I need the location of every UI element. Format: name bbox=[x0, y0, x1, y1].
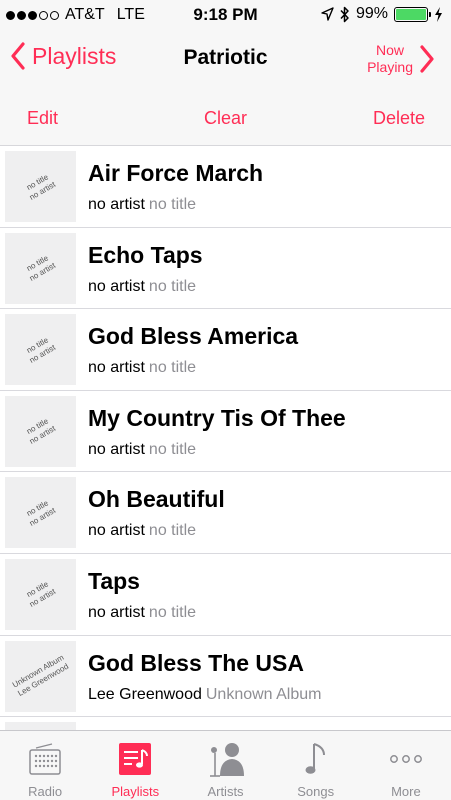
clear-button[interactable]: Clear bbox=[196, 108, 256, 129]
song-title: Air Force March bbox=[88, 160, 264, 186]
song-album: no title bbox=[148, 277, 197, 295]
more-icon bbox=[389, 755, 422, 763]
tab-radio[interactable]: Radio bbox=[0, 731, 90, 800]
song-artist: no artist bbox=[88, 359, 145, 377]
song-title: Oh Beautiful bbox=[88, 486, 225, 513]
song-subtitle: Lee Greenwood Unknown Album bbox=[88, 686, 321, 704]
tab-more[interactable]: More bbox=[361, 731, 451, 800]
status-right: 99% bbox=[321, 5, 443, 23]
album-art: no title no artist bbox=[5, 558, 76, 630]
song-row[interactable]: Unknown Album Lee Greenwood God Bless The … bbox=[0, 636, 451, 718]
playlists-icon bbox=[119, 743, 152, 775]
tab-bar: Radio Playlists Artists Songs More bbox=[0, 730, 451, 800]
battery-icon bbox=[394, 6, 431, 22]
song-artist: no artist bbox=[88, 603, 145, 621]
songs-icon bbox=[305, 743, 325, 774]
tab-songs-label: Songs bbox=[297, 784, 335, 799]
song-row[interactable]: no title no artist My Country Tis Of Thee n… bbox=[0, 391, 451, 473]
chevron-left-icon bbox=[11, 42, 25, 70]
song-album: no title bbox=[148, 440, 197, 458]
location-icon bbox=[321, 7, 334, 21]
song-artist: no artist bbox=[88, 277, 145, 295]
song-album: no title bbox=[148, 603, 197, 621]
edit-button[interactable]: Edit bbox=[27, 108, 58, 129]
song-row[interactable]: no title no artist Air Force March no artis… bbox=[0, 146, 451, 228]
song-row[interactable]: no title no artist Echo Taps no artist no ti… bbox=[0, 228, 451, 310]
song-title: My Country Tis Of Thee bbox=[88, 404, 346, 431]
back-button-label: Playlists bbox=[32, 42, 117, 69]
tab-radio-label: Radio bbox=[28, 784, 63, 799]
song-subtitle: no artist no title bbox=[88, 196, 196, 214]
song-artist: no artist bbox=[88, 440, 145, 458]
song-subtitle: no artist no title bbox=[88, 359, 196, 377]
tab-artists[interactable]: Artists bbox=[180, 731, 270, 800]
tab-playlists-label: Playlists bbox=[111, 784, 160, 799]
song-row[interactable]: no title no artist God Bless America no art… bbox=[0, 309, 451, 391]
album-art: no title no artist bbox=[5, 395, 76, 467]
song-album: Unknown Album bbox=[205, 685, 322, 703]
tab-more-label: More bbox=[391, 784, 421, 799]
battery-percent: 99% bbox=[355, 5, 388, 22]
album-art: Unknown Album Lee Greenwood bbox=[5, 640, 76, 712]
tab-songs[interactable]: Songs bbox=[271, 731, 361, 800]
song-title: God Bless America bbox=[88, 323, 299, 350]
song-title: Echo Taps bbox=[88, 241, 203, 268]
song-album: no title bbox=[148, 522, 197, 540]
album-art: no title no artist bbox=[5, 314, 76, 386]
song-title: God Bless The USA bbox=[88, 649, 304, 676]
playlist-action-bar: Edit Clear Delete bbox=[0, 90, 451, 146]
status-bar: AT&T LTE 9:18 PM 99% bbox=[0, 0, 451, 30]
song-album: no title bbox=[148, 196, 197, 213]
song-row-partial[interactable] bbox=[0, 717, 451, 730]
charging-icon bbox=[435, 6, 442, 22]
bluetooth-icon bbox=[340, 6, 349, 22]
song-title: Taps bbox=[88, 567, 140, 594]
song-row[interactable]: no title no artist Oh Beautiful no artist no… bbox=[0, 472, 451, 554]
back-button[interactable]: Playlists bbox=[10, 42, 116, 70]
album-art: no title no artist bbox=[5, 477, 76, 549]
tab-playlists[interactable]: Playlists bbox=[90, 731, 180, 800]
now-playing-button[interactable]: Now Playing bbox=[367, 42, 435, 76]
now-playing-label: Now Playing bbox=[367, 42, 413, 75]
song-artist: Lee Greenwood bbox=[88, 685, 202, 703]
album-art bbox=[5, 722, 76, 730]
album-art: no title no artist bbox=[5, 232, 76, 304]
album-art: no title no artist bbox=[5, 151, 76, 222]
song-list[interactable]: no title no artist Air Force March no artis… bbox=[0, 146, 451, 730]
song-artist: no artist bbox=[88, 522, 145, 540]
song-subtitle: no artist no title bbox=[88, 522, 196, 540]
tab-artists-label: Artists bbox=[207, 784, 244, 799]
song-subtitle: no artist no title bbox=[88, 441, 196, 459]
radio-icon bbox=[29, 743, 61, 775]
nav-bar: Playlists Patriotic Now Playing bbox=[0, 30, 451, 90]
song-artist: no artist bbox=[88, 196, 145, 213]
song-subtitle: no artist no title bbox=[88, 604, 196, 622]
artists-icon bbox=[209, 743, 244, 777]
song-subtitle: no artist no title bbox=[88, 278, 196, 296]
chevron-right-icon bbox=[420, 45, 434, 73]
song-row[interactable]: no title no artist Taps no artist no title bbox=[0, 554, 451, 636]
song-album: no title bbox=[148, 359, 197, 377]
delete-button[interactable]: Delete bbox=[373, 108, 425, 129]
